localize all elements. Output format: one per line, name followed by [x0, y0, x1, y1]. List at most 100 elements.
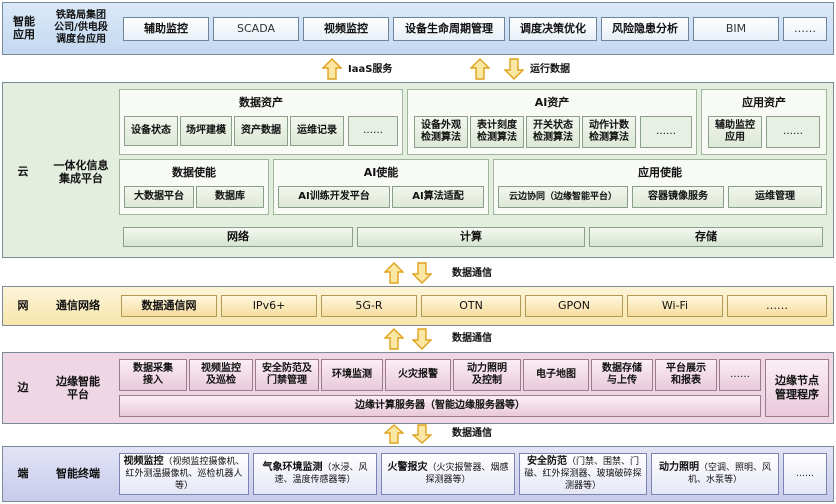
app-item-aux-monitor[interactable]: 辅助监控	[123, 17, 209, 41]
net-item-gpon[interactable]: GPON	[525, 295, 623, 317]
down-arrow-icon	[504, 58, 524, 80]
net-item-more[interactable]: ……	[727, 295, 827, 317]
app-asset-more[interactable]: ……	[766, 116, 820, 148]
app-item-dispatch[interactable]: 调度决策优化	[509, 17, 597, 41]
term-item-fire[interactable]: 火警报灾（火灾报警器、烟感探测器等）	[381, 453, 515, 495]
data-assets-title: 数据资产	[239, 96, 283, 109]
app-enable-group: 应用使能 云边协同（边缘智能平台） 容器镜像服务 运维管理	[493, 159, 827, 215]
term-item-title: 视频监控	[123, 456, 164, 467]
app-layer-sub: 铁路局集团 公司/供电段 调度台应用	[54, 10, 108, 45]
edge-layer-sub: 边缘智能 平台	[56, 375, 100, 401]
ai-enable-training[interactable]: AI训练开发平台	[278, 186, 390, 208]
net-item-datacomm[interactable]: 数据通信网	[121, 295, 217, 317]
data-enable-bigdata[interactable]: 大数据平台	[124, 186, 194, 208]
cloud-layer-sub: 一体化信息 集成平台	[53, 159, 109, 185]
network-layer: 网 通信网络 数据通信网 IPv6+ 5G-R OTN GPON Wi-Fi ……	[2, 286, 834, 326]
ai-enable-title: AI使能	[363, 166, 399, 179]
app-item-scada[interactable]: SCADA	[213, 17, 299, 41]
terminal-layer-name: 端	[17, 467, 29, 480]
network-layer-sub: 通信网络	[56, 299, 100, 312]
edge-item-data-collect[interactable]: 数据采集 接入	[119, 359, 187, 391]
term-item-more[interactable]: ……	[783, 453, 827, 495]
app-assets-group: 应用资产 辅助监控 应用 ……	[701, 89, 827, 155]
ai-asset-meter-algo[interactable]: 表计刻度 检测算法	[470, 116, 524, 148]
term-item-detail: （空调、照明、风机、水泵等）	[687, 463, 771, 485]
edge-item-more[interactable]: ……	[719, 359, 761, 391]
app-item-risk[interactable]: 风险隐患分析	[601, 17, 689, 41]
term-item-title: ……	[796, 469, 814, 479]
data-asset-device-status[interactable]: 设备状态	[124, 116, 178, 146]
ai-asset-switch-algo[interactable]: 开关状态 检测算法	[526, 116, 580, 148]
terminal-layer: 端 智能终端 视频监控（视频监控摄像机、红外测温摄像机、巡检机器人等） 气象环境…	[2, 446, 834, 502]
up-arrow-icon	[384, 262, 404, 284]
edge-layer: 边 边缘智能 平台 数据采集 接入 视频监控 及巡检 安全防范及 门禁管理 环境…	[2, 352, 834, 424]
ai-assets-title: AI资产	[534, 96, 570, 109]
app-enable-ops[interactable]: 运维管理	[728, 186, 822, 208]
term-item-weather[interactable]: 气象环境监测（水浸、风速、温度传感器等）	[253, 453, 377, 495]
ai-asset-more[interactable]: ……	[640, 116, 692, 148]
terminal-layer-sub: 智能终端	[56, 467, 100, 480]
edge-item-dashboard[interactable]: 平台展示 和报表	[655, 359, 717, 391]
edge-item-emap[interactable]: 电子地图	[523, 359, 589, 391]
edge-server-bar[interactable]: 边缘计算服务器（智能边缘服务器等）	[119, 395, 761, 417]
app-layer: 智能 应用 铁路局集团 公司/供电段 调度台应用 辅助监控 SCADA 视频监控…	[2, 2, 834, 55]
app-enable-container[interactable]: 容器镜像服务	[632, 186, 724, 208]
iaas-label: IaaS服务	[348, 64, 393, 75]
down-arrow-icon	[412, 328, 432, 350]
edge-item-fire-alarm[interactable]: 火灾报警	[385, 359, 451, 391]
data-asset-ops-record[interactable]: 运维记录	[290, 116, 344, 146]
edge-node-manager[interactable]: 边缘节点 管理程序	[765, 359, 829, 417]
up-arrow-icon	[384, 424, 404, 444]
ai-enable-adapt[interactable]: AI算法适配	[392, 186, 484, 208]
app-item-video[interactable]: 视频监控	[303, 17, 389, 41]
up-arrow-icon	[322, 58, 342, 80]
ai-assets-group: AI资产 设备外观 检测算法 表计刻度 检测算法 开关状态 检测算法 动作计数 …	[407, 89, 697, 155]
term-item-title: 气象环境监测	[262, 462, 323, 473]
term-item-title: 火警报灾	[387, 462, 428, 473]
app-item-lifecycle[interactable]: 设备生命周期管理	[393, 17, 505, 41]
data-enable-group: 数据使能 大数据平台 数据库	[119, 159, 269, 215]
ai-asset-counter-algo[interactable]: 动作计数 检测算法	[582, 116, 636, 148]
edge-item-power-light[interactable]: 动力照明 及控制	[453, 359, 521, 391]
app-enable-cloud-edge[interactable]: 云边协同（边缘智能平台）	[498, 186, 628, 208]
edge-item-video-patrol[interactable]: 视频监控 及巡检	[189, 359, 253, 391]
network-layer-name: 网	[17, 299, 29, 312]
ai-asset-appearance-algo[interactable]: 设备外观 检测算法	[414, 116, 468, 148]
app-item-bim[interactable]: BIM	[693, 17, 779, 41]
data-comm-label-3: 数据通信	[452, 428, 492, 439]
ai-enable-group: AI使能 AI训练开发平台 AI算法适配	[273, 159, 489, 215]
data-enable-database[interactable]: 数据库	[196, 186, 264, 208]
app-asset-aux-monitor[interactable]: 辅助监控 应用	[708, 116, 762, 148]
up-arrow-icon	[470, 58, 490, 80]
edge-item-security[interactable]: 安全防范及 门禁管理	[255, 359, 319, 391]
term-item-title: 动力照明	[658, 462, 699, 473]
data-asset-more[interactable]: ……	[348, 116, 398, 146]
data-asset-site-model[interactable]: 场坪建模	[180, 116, 232, 146]
term-item-title: 安全防范	[526, 456, 567, 467]
term-item-power[interactable]: 动力照明（空调、照明、风机、水泵等）	[651, 453, 779, 495]
infra-compute[interactable]: 计算	[357, 227, 585, 247]
net-item-otn[interactable]: OTN	[421, 295, 521, 317]
edge-item-env-monitor[interactable]: 环境监测	[321, 359, 383, 391]
app-enable-title: 应用使能	[638, 166, 682, 179]
term-item-security[interactable]: 安全防范（门禁、围禁、门磁、红外探测器、玻璃破碎探测器等）	[519, 453, 647, 495]
data-enable-title: 数据使能	[172, 166, 216, 179]
edge-item-storage-upload[interactable]: 数据存储 与上传	[591, 359, 653, 391]
app-item-more[interactable]: ……	[783, 17, 827, 41]
net-item-5gr[interactable]: 5G-R	[321, 295, 417, 317]
net-item-wifi[interactable]: Wi-Fi	[627, 295, 723, 317]
data-assets-group: 数据资产 设备状态 场坪建模 资产数据 运维记录 ……	[119, 89, 403, 155]
data-comm-label-1: 数据通信	[452, 268, 492, 279]
net-item-ipv6[interactable]: IPv6+	[221, 295, 317, 317]
infra-storage[interactable]: 存储	[589, 227, 823, 247]
infra-network[interactable]: 网络	[123, 227, 353, 247]
data-asset-asset-data[interactable]: 资产数据	[234, 116, 288, 146]
down-arrow-icon	[412, 424, 432, 444]
term-item-detail: （火灾报警器、烟感探测器等）	[425, 463, 509, 485]
term-item-video[interactable]: 视频监控（视频监控摄像机、红外测温摄像机、巡检机器人等）	[119, 453, 249, 495]
data-comm-label-2: 数据通信	[452, 333, 492, 344]
cloud-layer: 云 一体化信息 集成平台 数据资产 设备状态 场坪建模 资产数据 运维记录 ………	[2, 82, 834, 258]
down-arrow-icon	[412, 262, 432, 284]
app-assets-title: 应用资产	[742, 96, 786, 109]
cloud-layer-name: 云	[17, 165, 29, 178]
